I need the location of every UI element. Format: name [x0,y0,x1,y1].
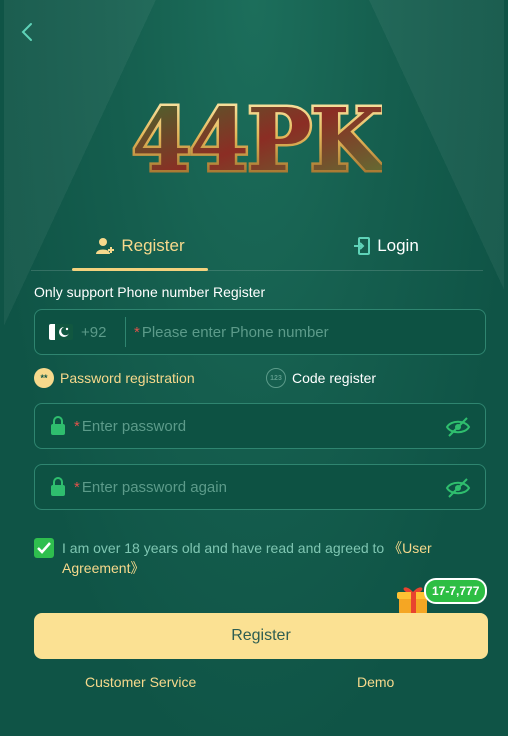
code-register-label: Code register [292,370,377,386]
required-mark: * [134,323,140,341]
auth-tabs: Register Login [31,222,483,271]
password-again-field[interactable]: * Enter password again [34,464,486,510]
phone-field[interactable]: +92 * Please enter Phone number [34,309,486,355]
agreement-checkbox[interactable] [34,538,54,558]
password-mode-icon: ** [34,368,54,388]
tab-login[interactable]: Login [331,222,441,270]
customer-service-link[interactable]: Customer Service [85,674,196,690]
eye-off-icon[interactable] [445,477,471,499]
required-mark: * [74,478,80,496]
pakistan-flag-icon [49,324,73,340]
register-page: 44PK Register Login Only support Phone n… [4,0,504,736]
phone-only-hint: Only support Phone number Register [34,284,266,300]
agreement-row: I am over 18 years old and have read and… [34,538,474,578]
chevron-left-icon [21,23,32,41]
phone-input[interactable]: Please enter Phone number [142,324,329,341]
agreement-text: I am over 18 years old and have read and… [62,538,474,578]
password-registration-option[interactable]: ** Password registration [34,368,195,388]
lock-icon [51,477,65,496]
back-button[interactable] [16,20,40,44]
country-code[interactable]: +92 [81,324,121,341]
tab-register[interactable]: Register [72,222,208,271]
required-mark: * [74,417,80,435]
login-door-icon [354,237,371,255]
eye-off-icon[interactable] [445,416,471,438]
bonus-gift[interactable]: 17-7,777 [396,578,492,618]
tab-login-label: Login [377,236,419,255]
code-mode-icon: 123 [266,368,286,388]
check-icon [37,542,51,554]
bonus-badge: 17-7,777 [424,578,488,604]
lock-icon [51,416,65,435]
logo-text: 44PK [132,90,382,191]
demo-link[interactable]: Demo [357,674,394,690]
code-register-option[interactable]: 123 Code register [266,368,376,388]
password-field[interactable]: * Enter password [34,403,486,449]
brand-logo: 44PK [132,82,382,193]
field-divider [125,317,126,347]
user-add-icon [96,238,115,254]
password-input[interactable]: Enter password [82,418,186,435]
agreement-statement: I am over 18 years old and have read and… [62,540,389,556]
password-registration-label: Password registration [60,370,195,386]
password-again-input[interactable]: Enter password again [82,479,227,496]
tab-register-label: Register [121,236,185,255]
register-button[interactable]: Register [34,613,488,659]
